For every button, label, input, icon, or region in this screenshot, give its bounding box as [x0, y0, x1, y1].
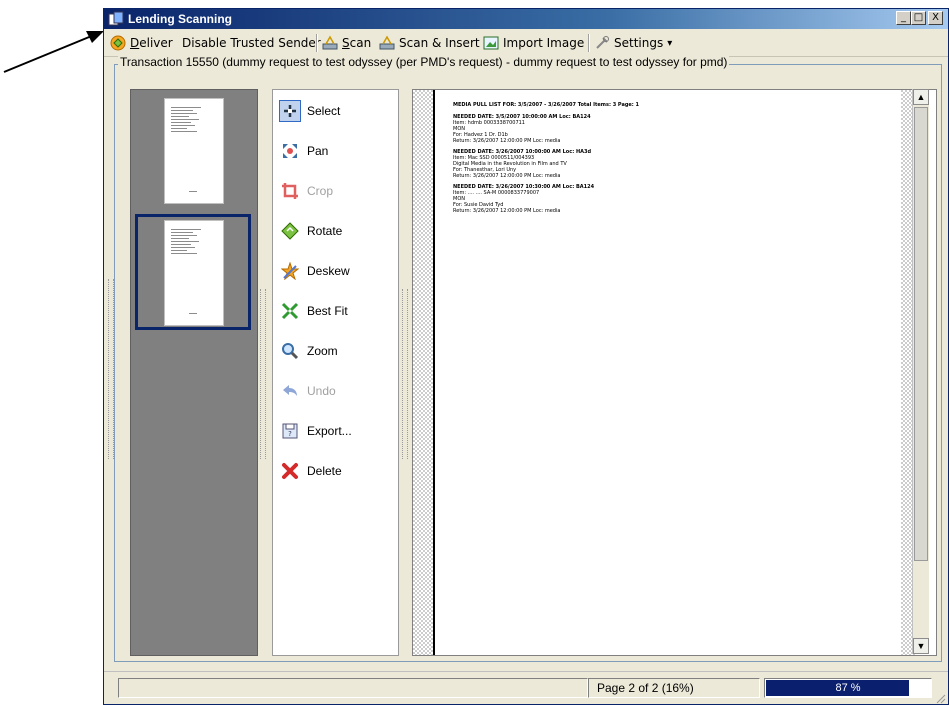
disable-trusted-sender-label: Disable Trusted Sender	[182, 36, 321, 50]
tool-best-fit[interactable]: Best Fit	[277, 298, 393, 324]
tool-label: Best Fit	[307, 304, 348, 318]
tool-zoom[interactable]: Zoom	[277, 338, 393, 364]
tools-panel: Select Pan Crop Rotate Deskew Best Fit Z…	[272, 89, 399, 656]
select-icon	[279, 100, 301, 122]
status-bar: Page 2 of 2 (16%) 87 %	[104, 671, 948, 704]
tool-label: Rotate	[307, 224, 343, 238]
zoom-icon	[279, 340, 301, 362]
crop-icon	[279, 180, 301, 202]
tool-delete[interactable]: Delete	[277, 458, 393, 484]
chevron-down-icon: ▾	[667, 37, 673, 49]
thumbnail-panel[interactable]	[130, 89, 258, 656]
document-header: MEDIA PULL LIST FOR: 3/5/2007 - 3/26/200…	[453, 102, 640, 108]
progress-text: 87 %	[835, 682, 861, 694]
toolbar-separator	[316, 34, 318, 52]
best-fit-icon	[279, 300, 301, 322]
tool-label: Zoom	[307, 344, 338, 358]
tool-label: Pan	[307, 144, 329, 158]
settings-label: Settings	[614, 36, 664, 50]
thumbnail-tools-splitter[interactable]	[260, 289, 266, 459]
export-icon: ?	[279, 420, 301, 442]
app-icon	[108, 11, 124, 26]
toolbar: Deliver Disable Trusted Sender Scan Scan…	[104, 30, 948, 57]
title-bar[interactable]: Lending Scanning _ □ X	[104, 9, 948, 29]
tool-label: Crop	[307, 184, 334, 198]
import-image-button[interactable]: Import Image	[483, 33, 584, 53]
delete-icon	[279, 460, 301, 482]
left-splitter[interactable]	[108, 279, 114, 459]
tool-select[interactable]: Select	[277, 98, 393, 124]
svg-text:?: ?	[288, 430, 292, 438]
scan-label: Scan	[342, 36, 372, 50]
deskew-icon	[279, 260, 301, 282]
toolbar-separator	[588, 34, 590, 52]
transaction-title: Transaction 15550 (dummy request to test…	[118, 55, 730, 69]
scan-insert-label: Scan & Insert	[399, 36, 480, 50]
status-panel-main	[118, 678, 588, 698]
page-status: Page 2 of 2 (16%)	[588, 678, 760, 698]
tool-rotate[interactable]: Rotate	[277, 218, 393, 244]
document-line: Return: 3/26/2007 12:00:00 PM Loc: media	[453, 208, 561, 214]
viewer-margin-left	[413, 90, 433, 655]
scroll-up-button[interactable]: ▲	[913, 89, 929, 105]
tool-label: Deskew	[307, 264, 350, 278]
scanner-icon	[322, 35, 338, 50]
disable-trusted-sender-button[interactable]: Disable Trusted Sender	[182, 33, 321, 53]
tool-label: Undo	[307, 384, 336, 398]
tool-crop[interactable]: Crop	[277, 178, 393, 204]
tools-viewer-splitter[interactable]	[402, 289, 408, 459]
resize-grip-icon[interactable]	[934, 692, 946, 704]
document-content: MEDIA PULL LIST FOR: 3/5/2007 - 3/26/200…	[453, 102, 639, 214]
app-window: Lending Scanning _ □ X Deliver Disable T…	[103, 8, 949, 705]
vertical-scrollbar[interactable]: ▲ ▼	[912, 89, 929, 654]
progress-bar: 87 %	[764, 678, 932, 698]
undo-icon	[279, 380, 301, 402]
import-image-icon	[483, 36, 499, 50]
tool-deskew[interactable]: Deskew	[277, 258, 393, 284]
pan-icon	[279, 140, 301, 162]
tool-label: Export...	[307, 424, 352, 438]
scan-button[interactable]: Scan	[322, 33, 371, 53]
page-thumbnail-1[interactable]	[164, 98, 224, 204]
tool-undo[interactable]: Undo	[277, 378, 393, 404]
rotate-icon	[279, 220, 301, 242]
annotation-arrow	[3, 31, 104, 73]
deliver-icon	[110, 35, 126, 51]
tool-pan[interactable]: Pan	[277, 138, 393, 164]
window-title: Lending Scanning	[128, 12, 232, 26]
tool-label: Delete	[307, 464, 342, 478]
tool-export[interactable]: ? Export...	[277, 418, 393, 444]
tool-label: Select	[307, 104, 341, 118]
document-page: MEDIA PULL LIST FOR: 3/5/2007 - 3/26/200…	[433, 90, 901, 655]
scan-insert-button[interactable]: Scan & Insert	[379, 33, 480, 53]
scroll-down-button[interactable]: ▼	[913, 638, 929, 654]
scanner-insert-icon	[379, 35, 395, 50]
page-thumbnail-2[interactable]	[164, 220, 224, 326]
settings-dropdown[interactable]: Settings ▾	[594, 33, 672, 53]
scroll-thumb[interactable]	[914, 107, 928, 561]
maximize-button[interactable]: □	[911, 11, 926, 25]
settings-icon	[596, 36, 609, 49]
close-button[interactable]: X	[928, 11, 943, 25]
image-viewer[interactable]: MEDIA PULL LIST FOR: 3/5/2007 - 3/26/200…	[412, 89, 937, 656]
import-image-label: Import Image	[503, 36, 585, 50]
minimize-button[interactable]: _	[896, 11, 911, 25]
deliver-label: Deliver	[130, 36, 173, 50]
deliver-button[interactable]: Deliver	[110, 33, 173, 53]
